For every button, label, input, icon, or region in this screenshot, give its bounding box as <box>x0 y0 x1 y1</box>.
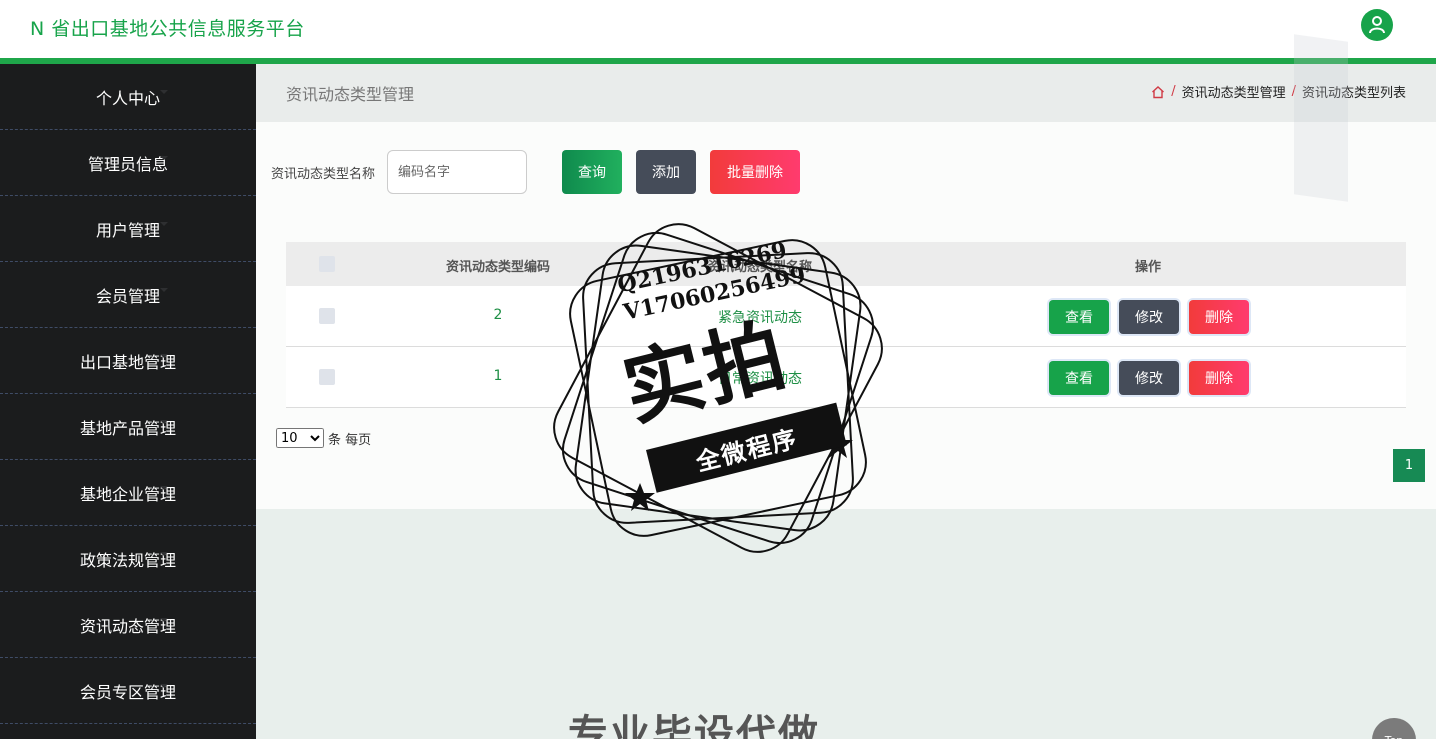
sidebar-item-policy-regulations[interactable]: 政策法规管理 <box>0 526 256 592</box>
content-panel: 资讯动态类型名称 查询 添加 批量删除 资讯动态类型编码 资讯动态类型名称 操作… <box>256 122 1436 509</box>
page-number-button[interactable]: 1 <box>1393 449 1425 482</box>
sidebar-item-label: 基地企业管理 <box>79 484 176 504</box>
sidebar-item-label: 会员专区管理 <box>79 682 176 702</box>
page-size-select[interactable]: 10 <box>276 428 324 448</box>
per-page-text: 条 每页 <box>328 432 372 448</box>
caret-down-icon <box>160 288 168 292</box>
sidebar: 个人中心 管理员信息 用户管理 会员管理 出口基地管理 基地产品管理 基地企业管… <box>0 64 256 739</box>
breadcrumb: / 资讯动态类型管理 / 资讯动态类型列表 <box>1151 82 1406 101</box>
user-icon <box>1369 16 1385 34</box>
caret-down-icon <box>160 552 168 556</box>
sidebar-item-label: 用户管理 <box>95 220 160 240</box>
row-actions: 查看 修改 删除 <box>1049 300 1249 334</box>
table-row: 1 日常资讯动态 查看 修改 删除 <box>286 347 1406 408</box>
add-button[interactable]: 添加 <box>636 150 696 194</box>
sidebar-item-personal-center[interactable]: 个人中心 <box>0 64 256 130</box>
caret-down-icon <box>160 684 168 688</box>
select-all-checkbox[interactable] <box>319 256 335 272</box>
sidebar-item-export-base[interactable]: 出口基地管理 <box>0 328 256 394</box>
view-button[interactable]: 查看 <box>1049 361 1109 395</box>
sidebar-item-label: 个人中心 <box>95 88 160 108</box>
sidebar-item-base-enterprises[interactable]: 基地企业管理 <box>0 460 256 526</box>
breadcrumb-bar: 资讯动态类型管理 / 资讯动态类型管理 / 资讯动态类型列表 <box>256 64 1436 122</box>
row-code: 1 <box>493 368 503 384</box>
sidebar-item-label: 政策法规管理 <box>79 550 176 570</box>
breadcrumb-item[interactable]: 资讯动态类型管理 <box>1182 82 1286 101</box>
caret-down-icon <box>160 618 168 622</box>
caret-down-icon <box>160 222 168 226</box>
query-button[interactable]: 查询 <box>562 150 622 194</box>
watermark-text: 专业毕设代做 <box>568 712 820 739</box>
sidebar-item-base-products[interactable]: 基地产品管理 <box>0 394 256 460</box>
home-icon[interactable] <box>1151 85 1165 99</box>
app-title: N 省出口基地公共信息服务平台 <box>30 18 305 40</box>
delete-button[interactable]: 删除 <box>1189 361 1249 395</box>
back-to-top-button[interactable]: Top <box>1372 718 1416 739</box>
page-size-control: 10 条 每页 <box>276 428 371 448</box>
search-input[interactable] <box>387 150 527 194</box>
sidebar-item-user-management[interactable]: 用户管理 <box>0 196 256 262</box>
caret-down-icon <box>160 420 168 424</box>
column-header-actions: 操作 <box>1134 260 1161 275</box>
edit-button[interactable]: 修改 <box>1119 300 1179 334</box>
caret-down-icon <box>160 354 168 358</box>
row-checkbox[interactable] <box>319 308 335 324</box>
sidebar-item-member-management[interactable]: 会员管理 <box>0 262 256 328</box>
sidebar-item-news[interactable]: 资讯动态管理 <box>0 592 256 658</box>
row-checkbox[interactable] <box>319 369 335 385</box>
caret-down-icon <box>160 90 168 94</box>
edit-button[interactable]: 修改 <box>1119 361 1179 395</box>
top-header: N 省出口基地公共信息服务平台 <box>0 0 1436 58</box>
page-title: 资讯动态类型管理 <box>286 85 415 104</box>
sidebar-item-label: 管理员信息 <box>87 154 168 174</box>
caret-down-icon <box>160 156 168 160</box>
table-header: 资讯动态类型编码 资讯动态类型名称 操作 <box>286 242 1406 286</box>
sidebar-item-label: 会员管理 <box>95 286 160 306</box>
view-button[interactable]: 查看 <box>1049 300 1109 334</box>
sidebar-item-label: 出口基地管理 <box>79 352 176 372</box>
table-row: 2 紧急资讯动态 查看 修改 删除 <box>286 286 1406 347</box>
column-header-code: 资讯动态类型编码 <box>445 260 550 275</box>
data-table: 资讯动态类型编码 资讯动态类型名称 操作 2 紧急资讯动态 查看 修改 删除 1… <box>286 242 1406 408</box>
faint-overlay-card <box>1294 34 1348 202</box>
user-avatar[interactable] <box>1361 9 1393 41</box>
caret-down-icon <box>160 486 168 490</box>
breadcrumb-separator: / <box>1171 84 1176 99</box>
row-code: 2 <box>493 307 503 323</box>
sidebar-item-label: 基地产品管理 <box>79 418 176 438</box>
sidebar-item-label: 资讯动态管理 <box>79 616 176 636</box>
delete-button[interactable]: 删除 <box>1189 300 1249 334</box>
search-label: 资讯动态类型名称 <box>271 167 376 182</box>
sidebar-item-member-zone[interactable]: 会员专区管理 <box>0 658 256 724</box>
sidebar-item-admin-info[interactable]: 管理员信息 <box>0 130 256 196</box>
batch-delete-button[interactable]: 批量删除 <box>710 150 800 194</box>
row-actions: 查看 修改 删除 <box>1049 361 1249 395</box>
